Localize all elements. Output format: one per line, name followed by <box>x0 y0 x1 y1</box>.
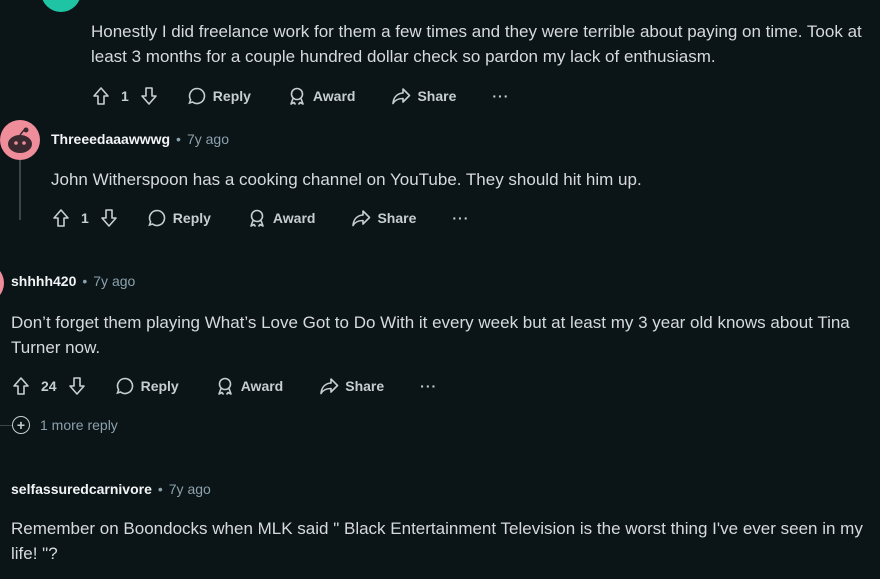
share-icon <box>391 86 411 106</box>
more-options-button[interactable]: ··· <box>420 378 437 394</box>
avatar[interactable] <box>0 120 40 160</box>
comment-body: Remember on Boondocks when MLK said " Bl… <box>11 519 863 563</box>
share-label: Share <box>345 378 385 394</box>
author-name[interactable]: selfassuredcarnivore <box>11 481 152 497</box>
share-icon <box>351 208 371 228</box>
share-button[interactable]: Share <box>319 376 384 396</box>
share-label: Share <box>377 210 417 226</box>
comment-bubble-icon <box>147 208 167 228</box>
award-label: Award <box>272 210 316 226</box>
separator-dot: • <box>82 273 88 289</box>
more-options-button[interactable]: ··· <box>452 210 469 226</box>
award-button[interactable]: Award <box>215 376 284 396</box>
comment-actions: 24 Reply Award Share ··· <box>11 370 437 402</box>
thread-line[interactable] <box>19 160 21 220</box>
vote-group: 1 <box>91 86 159 106</box>
vote-count: 1 <box>81 210 89 226</box>
vote-count: 1 <box>121 88 129 104</box>
award-icon <box>247 208 267 228</box>
upvote-icon[interactable] <box>51 208 71 228</box>
award-label: Award <box>240 378 284 394</box>
share-button[interactable]: Share <box>351 208 416 228</box>
award-button[interactable]: Award <box>287 86 356 106</box>
plus-circle-icon: + <box>12 416 30 434</box>
comment-actions: 1 Reply Award Share ··· <box>91 80 509 112</box>
comment-actions: 1 Reply Award Share ··· <box>51 202 469 234</box>
reply-label: Reply <box>140 378 179 394</box>
reply-button[interactable]: Reply <box>147 208 211 228</box>
more-replies-label: 1 more reply <box>40 417 118 433</box>
timestamp[interactable]: 7y ago <box>169 481 211 497</box>
comment-body: Honestly I did freelance work for them a… <box>91 22 862 66</box>
award-icon <box>287 86 307 106</box>
reply-label: Reply <box>212 88 251 104</box>
comment-body: John Witherspoon has a cooking channel o… <box>51 170 642 189</box>
award-button[interactable]: Award <box>247 208 316 228</box>
comment-bubble-icon <box>115 376 135 396</box>
comment-body: Don’t forget them playing What’s Love Go… <box>11 313 850 357</box>
downvote-icon[interactable] <box>67 376 87 396</box>
author-name[interactable]: shhhh420 <box>11 273 76 289</box>
comment-meta: shhhh420 • 7y ago <box>11 273 135 289</box>
comment-bubble-icon <box>187 86 207 106</box>
share-button[interactable]: Share <box>391 86 456 106</box>
more-options-button[interactable]: ··· <box>492 88 509 104</box>
snoo-avatar-icon <box>8 127 32 153</box>
award-icon <box>215 376 235 396</box>
reply-button[interactable]: Reply <box>187 86 251 106</box>
avatar[interactable] <box>0 263 4 303</box>
award-label: Award <box>312 88 356 104</box>
comment-meta: selfassuredcarnivore • 7y ago <box>11 481 211 497</box>
upvote-icon[interactable] <box>91 86 111 106</box>
vote-group: 24 <box>11 376 87 396</box>
upvote-icon[interactable] <box>11 376 31 396</box>
separator-dot: • <box>157 481 163 497</box>
share-icon <box>319 376 339 396</box>
vote-group: 1 <box>51 208 119 228</box>
comment-meta: Threeedaaawwwg • 7y ago <box>51 131 229 147</box>
more-replies-button[interactable]: + 1 more reply <box>12 416 118 434</box>
avatar[interactable] <box>41 0 81 12</box>
downvote-icon[interactable] <box>139 86 159 106</box>
author-name[interactable]: Threeedaaawwwg <box>51 131 170 147</box>
downvote-icon[interactable] <box>99 208 119 228</box>
timestamp[interactable]: 7y ago <box>187 131 229 147</box>
timestamp[interactable]: 7y ago <box>93 273 135 289</box>
separator-dot: • <box>176 131 181 147</box>
vote-count: 24 <box>41 378 57 394</box>
reply-label: Reply <box>172 210 211 226</box>
thread-line[interactable] <box>0 425 12 426</box>
reply-button[interactable]: Reply <box>115 376 179 396</box>
share-label: Share <box>417 88 457 104</box>
